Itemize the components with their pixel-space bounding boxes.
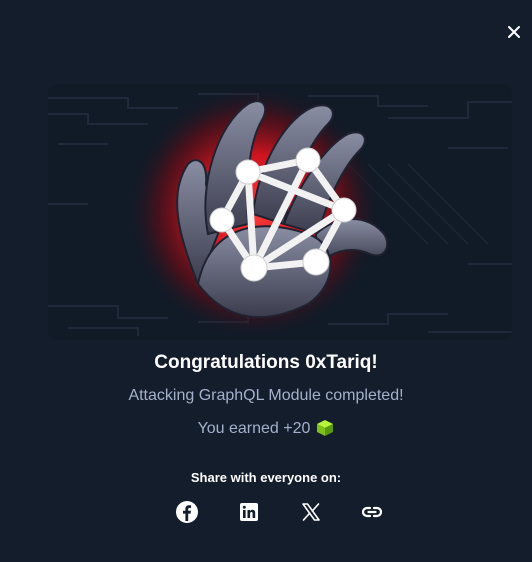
x-share-button[interactable] <box>299 500 323 524</box>
congratulations-title: Congratulations 0xTariq! <box>154 352 378 373</box>
earned-text: You earned +20 <box>197 420 311 437</box>
x-icon <box>302 503 320 521</box>
module-completed-modal: Congratulations 0xTariq! Attacking Graph… <box>0 0 532 562</box>
facebook-icon <box>176 501 198 523</box>
earned-reward: You earned +20 <box>0 419 532 442</box>
share-buttons <box>0 500 532 524</box>
facebook-share-button[interactable] <box>175 500 199 524</box>
module-completed-text: Attacking GraphQL Module completed! <box>128 387 404 404</box>
module-badge-illustration <box>48 84 512 340</box>
linkedin-share-button[interactable] <box>237 500 261 524</box>
link-icon <box>361 506 383 518</box>
copy-link-button[interactable] <box>360 500 384 524</box>
close-icon <box>508 26 520 38</box>
graphql-hand-illustration <box>48 84 512 340</box>
linkedin-icon <box>240 503 258 521</box>
cube-icon <box>316 419 334 442</box>
share-label: Share with everyone on: <box>190 470 342 485</box>
close-button[interactable] <box>504 22 524 42</box>
